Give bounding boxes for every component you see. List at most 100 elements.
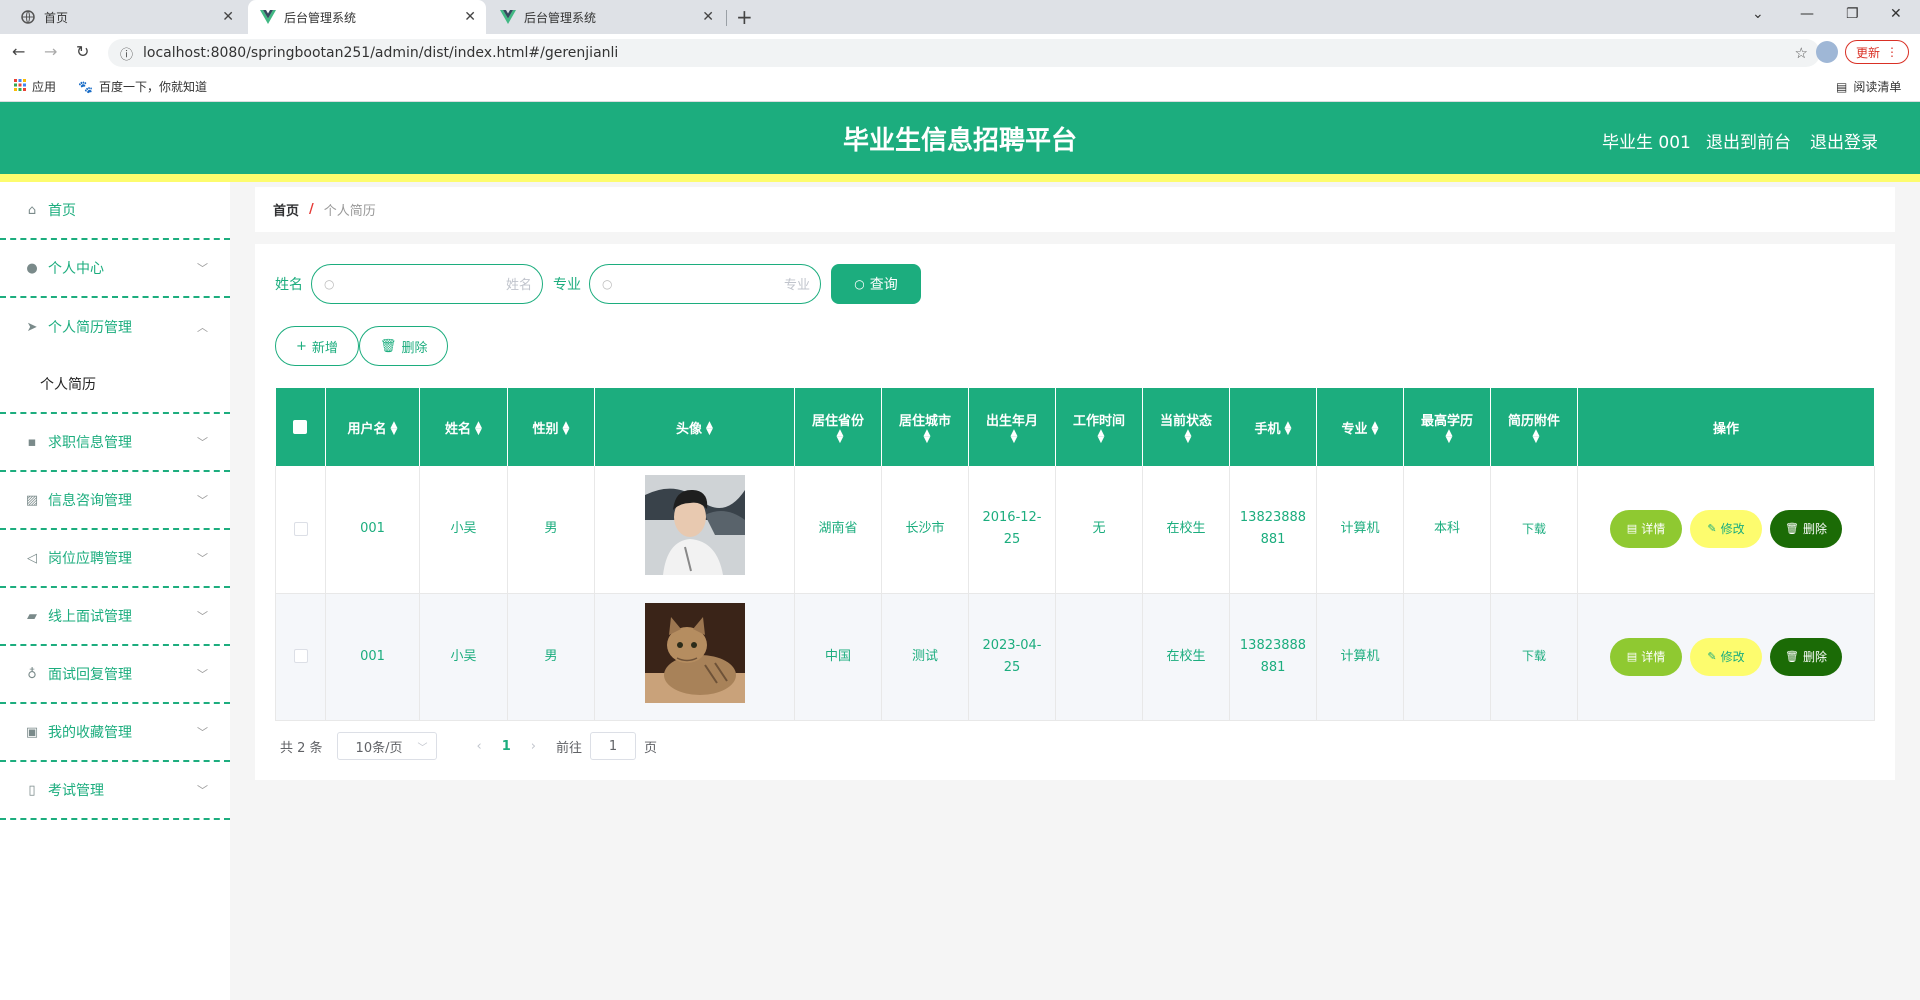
col-major[interactable]: 专业 ▲ ▼ xyxy=(1316,388,1404,466)
update-button[interactable]: 更新 ⋮ xyxy=(1845,40,1909,64)
cell-status: 在校生 xyxy=(1142,466,1230,594)
download-link[interactable]: 下载 xyxy=(1522,649,1546,663)
page-size-select[interactable]: 10条/页 ﹀ xyxy=(336,732,437,760)
avatar-photo-person[interactable] xyxy=(644,475,745,576)
cell-education: 本科 xyxy=(1403,466,1491,594)
browser-tab-admin-active[interactable]: 后台管理系统 ✕ xyxy=(248,0,486,34)
add-button[interactable]: + 新增 xyxy=(275,326,359,366)
sidebar-item-online-interview[interactable]: ▰ 线上面试管理 ﹀ xyxy=(0,588,230,646)
close-icon[interactable]: ✕ xyxy=(702,9,714,25)
page-size-value: 10条/页 xyxy=(355,740,403,756)
new-tab-icon[interactable]: + xyxy=(736,5,753,29)
edit-button[interactable]: ✎ 修改 xyxy=(1690,637,1762,676)
close-icon[interactable]: ✕ xyxy=(464,9,476,25)
restore-icon[interactable]: ❐ xyxy=(1846,6,1859,22)
sidebar-item-exams[interactable]: ▯ 考试管理 ﹀ xyxy=(0,762,230,820)
goto-page-input[interactable]: 1 xyxy=(590,732,637,760)
bookmark-star-icon[interactable]: ☆ xyxy=(1795,44,1808,62)
back-icon[interactable]: ← xyxy=(12,42,25,61)
col-birth[interactable]: 出生年月 ▲ ▼ xyxy=(968,388,1056,466)
avatar-photo-cat[interactable] xyxy=(644,602,745,703)
col-education[interactable]: 最高学历 ▲ ▼ xyxy=(1403,388,1491,466)
sidebar-item-favorites[interactable]: ▣ 我的收藏管理 ﹀ xyxy=(0,704,230,762)
sidebar-item-interview-reply[interactable]: ♁ 面试回复管理 ﹀ xyxy=(0,646,230,704)
name-search-input[interactable] xyxy=(342,273,532,295)
chevron-down-icon: ﹀ xyxy=(197,262,208,275)
col-attachment[interactable]: 简历附件 ▲ ▼ xyxy=(1490,388,1578,466)
major-search-input[interactable] xyxy=(620,273,810,295)
col-avatar[interactable]: 头像 ▲ ▼ xyxy=(594,388,795,466)
sidebar-item-applications[interactable]: ◁ 岗位应聘管理 ﹀ xyxy=(0,530,230,588)
query-button[interactable]: ○ 查询 xyxy=(831,264,921,304)
info-icon[interactable]: ⓘ xyxy=(120,44,133,63)
col-gender[interactable]: 性别 ▲ ▼ xyxy=(507,388,595,466)
batch-delete-button[interactable]: 🗑 删除 xyxy=(358,326,449,366)
col-name[interactable]: 姓名 ▲ ▼ xyxy=(419,388,508,466)
prev-page-icon[interactable]: ‹ xyxy=(477,739,482,754)
breadcrumb-home[interactable]: 首页 xyxy=(273,200,299,219)
sidebar-item-resume-management[interactable]: ➤ 个人简历管理 ︿ xyxy=(0,298,230,356)
bookmark-apps[interactable]: 应用 xyxy=(14,78,56,95)
logout-link[interactable]: 退出登录 xyxy=(1810,128,1878,153)
send-icon: ➤ xyxy=(26,319,38,335)
sidebar-item-home[interactable]: ⌂ 首页 xyxy=(0,182,230,240)
next-page-icon[interactable]: › xyxy=(531,739,536,754)
col-phone[interactable]: 手机 ▲ ▼ xyxy=(1229,388,1317,466)
bookmarks-bar: 应用 🐾 百度一下，你就知道 ▤ 阅读清单 xyxy=(0,70,1920,102)
trash-icon: 🗑 xyxy=(1785,649,1799,663)
detail-button[interactable]: ▤ 详情 xyxy=(1610,637,1682,676)
col-work-time[interactable]: 工作时间 ▲ ▼ xyxy=(1055,388,1143,466)
apps-grid-icon xyxy=(14,79,26,94)
globe-icon xyxy=(20,9,36,25)
col-label: 头像 xyxy=(676,421,703,437)
breadcrumb-current: 个人简历 xyxy=(323,204,376,219)
edit-button[interactable]: ✎ 修改 xyxy=(1690,510,1762,549)
chevron-down-icon: ﹀ xyxy=(197,784,208,797)
phone-part: 881 xyxy=(1260,659,1286,675)
cell-gender: 男 xyxy=(507,593,595,721)
detail-button[interactable]: ▤ 详情 xyxy=(1610,510,1682,549)
app-header: 毕业生信息招聘平台 毕业生 001 退出到前台 退出登录 xyxy=(0,102,1920,174)
reload-icon[interactable]: ↻ xyxy=(76,42,89,61)
sort-icon: ▲ ▼ xyxy=(706,420,713,437)
page-number-current[interactable]: 1 xyxy=(502,739,511,754)
vue-logo-icon xyxy=(260,9,276,25)
row-select-cell xyxy=(275,466,326,594)
sort-icon: ▲ ▼ xyxy=(1010,427,1018,445)
table-row: 001 小吴 男 xyxy=(275,466,1875,594)
sidebar-item-personal-center[interactable]: ● 个人中心 ﹀ xyxy=(0,240,230,298)
sidebar-item-consulting[interactable]: ▨ 信息咨询管理 ﹀ xyxy=(0,472,230,530)
sidebar-item-label: 考试管理 xyxy=(48,783,104,799)
browser-tab-home[interactable]: 首页 ✕ xyxy=(8,0,244,34)
col-city[interactable]: 居住城市 ▲ ▼ xyxy=(881,388,969,466)
cell-avatar xyxy=(594,466,795,594)
bookmark-label: 应用 xyxy=(32,80,57,94)
profile-avatar[interactable] xyxy=(1816,41,1838,63)
tab-search-icon[interactable]: ⌄ xyxy=(1752,6,1764,22)
sidebar: ⌂ 首页 ● 个人中心 ﹀ ➤ 个人简历管理 ︿ 个人简历 ▪ 求职信息管理 ﹀… xyxy=(0,182,230,1000)
delete-button[interactable]: 🗑 删除 xyxy=(1770,510,1842,549)
exit-to-front-link[interactable]: 退出到前台 xyxy=(1706,128,1791,153)
row-checkbox[interactable] xyxy=(293,649,308,663)
query-label: 查询 xyxy=(869,277,898,293)
col-status[interactable]: 当前状态 ▲ ▼ xyxy=(1142,388,1230,466)
detail-label: 详情 xyxy=(1641,649,1666,664)
delete-button[interactable]: 🗑 删除 xyxy=(1770,637,1842,676)
sidebar-subitem-resume[interactable]: 个人简历 xyxy=(0,356,230,414)
forward-icon[interactable]: → xyxy=(44,42,57,61)
reading-list[interactable]: ▤ 阅读清单 xyxy=(1836,78,1901,95)
col-username[interactable]: 用户名 ▲ ▼ xyxy=(325,388,420,466)
row-checkbox[interactable] xyxy=(293,521,308,536)
bookmark-baidu[interactable]: 🐾 百度一下，你就知道 xyxy=(78,78,207,95)
download-link[interactable]: 下载 xyxy=(1522,522,1546,536)
browser-tab-admin[interactable]: 后台管理系统 ✕ xyxy=(488,0,724,34)
more-icon: ⋮ xyxy=(1886,45,1898,59)
address-bar[interactable]: ⓘ localhost:8080/springbootan251/admin/d… xyxy=(108,39,1820,67)
close-icon[interactable]: ✕ xyxy=(222,9,234,25)
col-province[interactable]: 居住省份 ▲ ▼ xyxy=(794,388,882,466)
select-all-checkbox[interactable] xyxy=(293,420,308,434)
cell-phone: 13823888 881 xyxy=(1229,466,1317,594)
sidebar-item-job-info[interactable]: ▪ 求职信息管理 ﹀ xyxy=(0,414,230,472)
minimize-icon[interactable]: — xyxy=(1800,6,1814,22)
window-close-icon[interactable]: ✕ xyxy=(1890,6,1902,22)
